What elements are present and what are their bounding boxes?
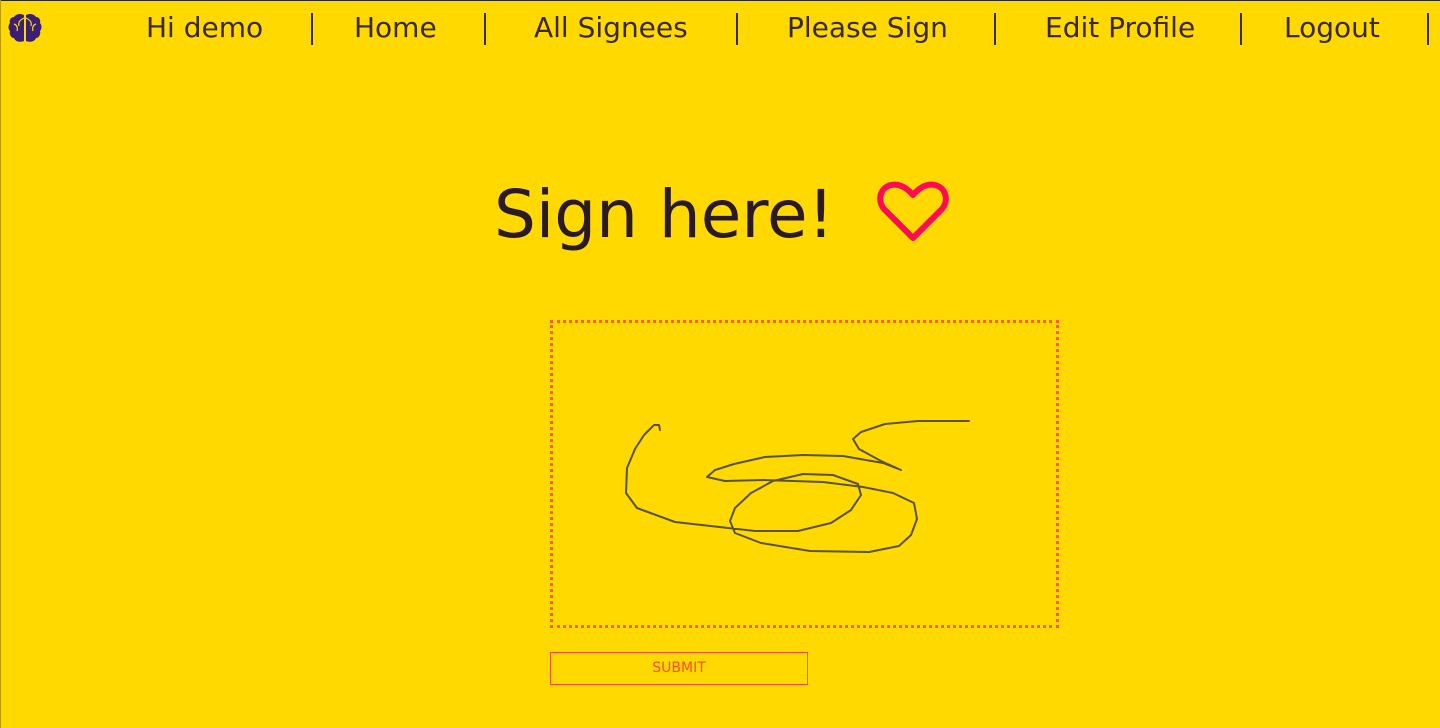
top-border bbox=[0, 0, 1440, 1]
nav-separator bbox=[311, 13, 313, 45]
nav-greeting: Hi demo bbox=[146, 11, 264, 44]
submit-button[interactable]: SUBMIT bbox=[550, 652, 808, 685]
nav-home-link[interactable]: Home bbox=[354, 10, 437, 46]
nav-separator bbox=[1427, 13, 1429, 45]
heart-icon bbox=[877, 181, 949, 241]
nav-separator bbox=[484, 13, 486, 45]
page-title: Sign here! bbox=[494, 176, 835, 253]
signature-canvas[interactable] bbox=[550, 320, 1059, 628]
left-border bbox=[0, 0, 1, 728]
signature-stroke bbox=[625, 420, 970, 553]
nav-logout-link[interactable]: Logout bbox=[1284, 10, 1380, 46]
nav-edit-profile-link[interactable]: Edit Profile bbox=[1045, 10, 1195, 46]
nav-all-signees-link[interactable]: All Signees bbox=[534, 10, 688, 46]
nav-separator bbox=[736, 13, 738, 45]
brain-icon[interactable] bbox=[8, 12, 42, 44]
nav-separator bbox=[1240, 13, 1242, 45]
nav-please-sign-link[interactable]: Please Sign bbox=[787, 10, 948, 46]
nav-separator bbox=[994, 13, 996, 45]
